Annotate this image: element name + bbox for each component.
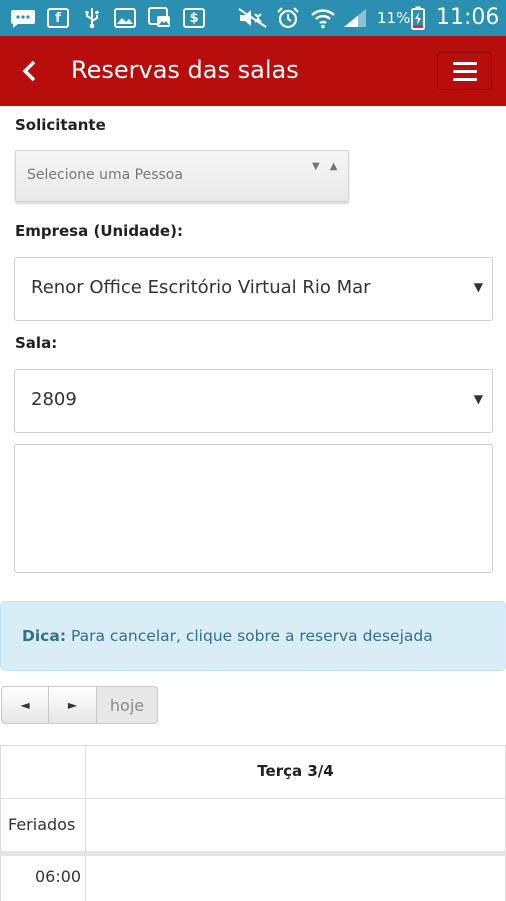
menu-button[interactable] xyxy=(437,52,492,90)
alarm-icon xyxy=(276,7,300,29)
calendar-grid: Terça 3/4 Feriados 06:00 xyxy=(0,745,506,901)
wifi-icon xyxy=(310,8,336,29)
day-header: Terça 3/4 xyxy=(257,762,334,780)
signal-icon xyxy=(342,8,368,28)
battery-percent: 11% xyxy=(377,9,411,27)
status-bar: f $ 11% 11:06 xyxy=(0,0,506,36)
company-value: Renor Office Escritório Virtual Rio Mar xyxy=(31,277,371,298)
grid-border xyxy=(0,746,1,901)
image-icon xyxy=(114,8,136,28)
today-button[interactable]: hoje xyxy=(97,686,158,724)
room-select[interactable]: 2809 ▼ xyxy=(14,369,493,433)
company-label: Empresa (Unidade): xyxy=(15,222,183,240)
time-slot-label: 06:00 xyxy=(35,867,82,886)
battery-charging-icon xyxy=(411,6,425,30)
allday-separator xyxy=(0,851,506,856)
room-label: Sala: xyxy=(15,334,58,352)
app-bar: Reservas das salas xyxy=(0,36,506,106)
tip-alert: Dica: Para cancelar, clique sobre a rese… xyxy=(0,601,506,671)
page-title: Reservas das salas xyxy=(71,56,299,84)
tip-message: Para cancelar, clique sobre a reserva de… xyxy=(70,627,433,645)
caret-down-icon: ▼ xyxy=(473,280,483,294)
caret-down-icon: ▼ xyxy=(473,392,483,406)
requester-select[interactable]: Selecione uma Pessoa ▼▲ xyxy=(15,150,349,202)
requester-placeholder: Selecione uma Pessoa xyxy=(27,167,183,183)
company-select[interactable]: Renor Office Escritório Virtual Rio Mar … xyxy=(14,257,493,321)
tip-prefix: Dica: xyxy=(22,627,67,645)
hamburger-icon-bar xyxy=(452,61,477,65)
room-value: 2809 xyxy=(31,389,77,410)
grid-divider xyxy=(0,798,506,799)
payment-app-icon: $ xyxy=(183,8,205,28)
next-button[interactable]: ► xyxy=(49,686,97,724)
message-icon xyxy=(10,8,36,28)
facebook-icon: f xyxy=(47,8,69,28)
allday-label: Feriados xyxy=(8,815,76,834)
sort-arrows-icon: ▼▲ xyxy=(312,161,348,172)
mute-icon xyxy=(238,8,268,28)
photo-icon xyxy=(148,7,172,28)
back-button[interactable] xyxy=(14,56,44,86)
arrow-left-icon: ◄ xyxy=(20,698,30,712)
hamburger-icon-bar xyxy=(452,69,477,73)
usb-icon xyxy=(82,8,102,29)
arrow-right-icon: ► xyxy=(67,698,78,712)
prev-button[interactable]: ◄ xyxy=(1,686,49,724)
hamburger-icon-bar xyxy=(452,77,477,81)
chevron-left-icon xyxy=(22,60,36,82)
notes-textarea[interactable] xyxy=(14,444,493,573)
calendar-nav: ◄ ► hoje xyxy=(1,686,158,724)
requester-label: Solicitante xyxy=(15,116,106,134)
status-time: 11:06 xyxy=(436,5,500,30)
tip-text: Dica: Para cancelar, clique sobre a rese… xyxy=(22,627,433,645)
